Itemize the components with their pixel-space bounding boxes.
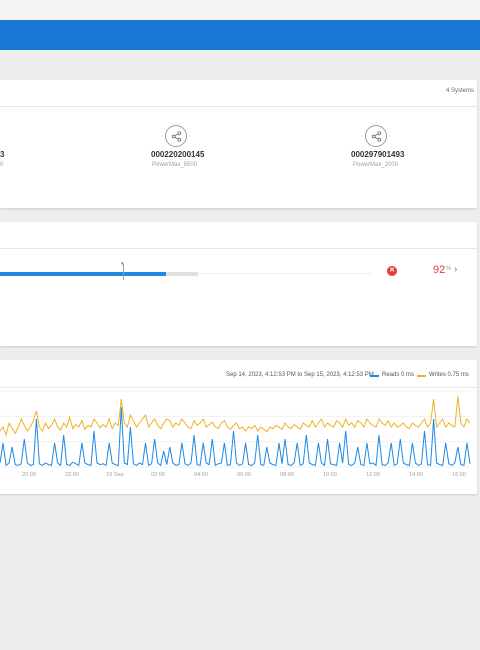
- system-id[interactable]: 000297901493: [351, 150, 404, 159]
- system-share-icon[interactable]: [165, 125, 187, 147]
- chevron-right-icon[interactable]: ›: [454, 264, 457, 275]
- share-icon: [371, 131, 382, 142]
- x-tick-label: 22:00: [65, 472, 79, 478]
- x-tick-label: 14:00: [409, 472, 423, 478]
- system-model: PowerMax_8500: [152, 162, 198, 168]
- reads-series-line: [0, 406, 471, 467]
- x-tick-label: 20:00: [22, 472, 36, 478]
- writes-series-line: [0, 396, 471, 437]
- system-id[interactable]: 3: [0, 150, 4, 159]
- x-tick-label: 10:00: [323, 472, 337, 478]
- threshold-marker-icon: ▾: [121, 261, 124, 267]
- capacity-bar: [0, 272, 198, 276]
- time-range-label: Sep 14, 2023, 4:12:53 PM to Sep 15, 2023…: [226, 372, 374, 378]
- error-icon: ✕: [387, 266, 397, 276]
- x-tick-label: 06:00: [237, 472, 251, 478]
- card-divider: [0, 106, 477, 107]
- reads-legend-label[interactable]: Reads 0 ms: [382, 372, 414, 378]
- reads-legend-swatch: [370, 375, 379, 377]
- card-divider: [0, 248, 477, 249]
- capacity-bar-fill: [0, 272, 166, 276]
- x-tick-label: 02:00: [151, 472, 165, 478]
- system-model: 0: [0, 162, 4, 168]
- browser-top-strip: [0, 0, 480, 20]
- performance-card: Sep 14, 2023, 4:12:53 PM to Sep 15, 2023…: [0, 360, 477, 494]
- writes-legend-label[interactable]: Writes 0.75 ms: [429, 372, 469, 378]
- x-tick-label: 12:00: [366, 472, 380, 478]
- capacity-percent-unit: %: [446, 266, 452, 272]
- capacity-baseline: [198, 273, 371, 274]
- capacity-card: ▾ ✕ 92 % ›: [0, 222, 477, 346]
- performance-chart: [0, 390, 471, 468]
- x-tick-label: 08:00: [280, 472, 294, 478]
- x-tick-label: 16:00: [452, 472, 466, 478]
- x-tick-label: 15 Sep: [106, 472, 124, 478]
- app-header-bar: [0, 20, 480, 50]
- share-icon: [171, 131, 182, 142]
- capacity-percent: 92: [433, 264, 446, 276]
- writes-legend-swatch: [417, 375, 426, 377]
- system-share-icon[interactable]: [365, 125, 387, 147]
- systems-card: 4 Systems 3 0 000220200145 PowerMax_8500…: [0, 80, 477, 208]
- x-tick-label: 04:00: [194, 472, 208, 478]
- system-model: PowerMax_2000: [353, 162, 399, 168]
- system-id[interactable]: 000220200145: [151, 150, 204, 159]
- systems-count: 4 Systems: [445, 88, 474, 94]
